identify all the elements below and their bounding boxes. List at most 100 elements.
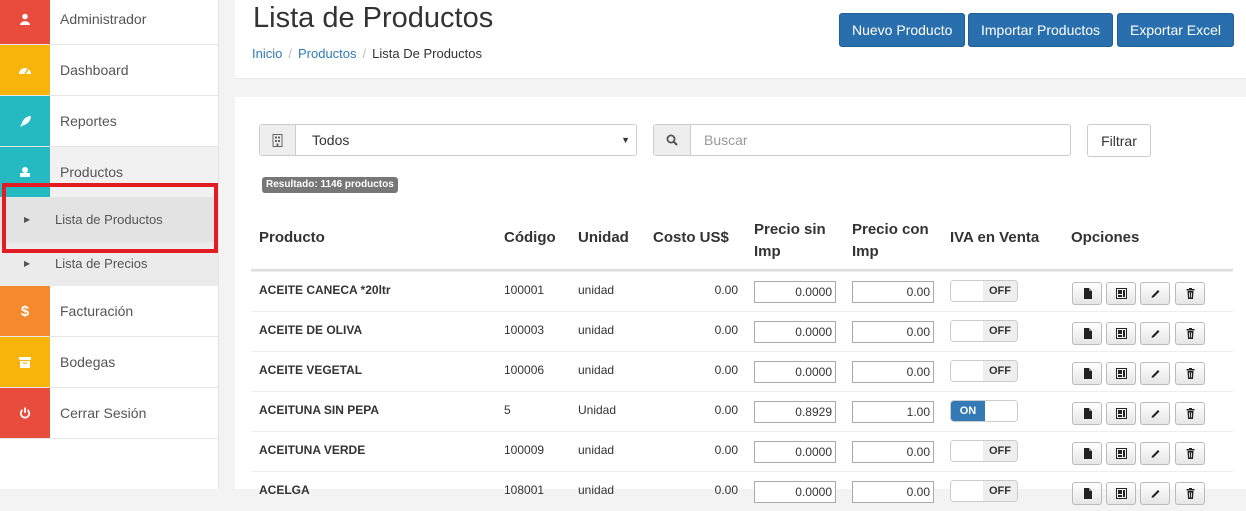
trash-icon <box>1185 408 1196 419</box>
price-without-tax-input[interactable]: 0.0000 <box>754 361 836 383</box>
view-button[interactable] <box>1072 402 1102 425</box>
barcode-button[interactable] <box>1106 282 1136 305</box>
breadcrumb-productos[interactable]: Productos <box>298 46 357 61</box>
trash-button[interactable] <box>1175 442 1205 465</box>
view-button[interactable] <box>1072 442 1102 465</box>
product-name: ACELGA <box>259 483 310 497</box>
price-without-tax-input[interactable]: 0.0000 <box>754 481 836 503</box>
product-code: 100006 <box>504 363 545 377</box>
column-header-precio-con-imp: Precio con Imp <box>852 221 929 260</box>
view-button[interactable] <box>1072 482 1102 505</box>
view-icon <box>1082 488 1093 499</box>
view-icon <box>1082 288 1093 299</box>
sidebar-item-reportes[interactable]: Reportes <box>0 96 218 147</box>
view-button[interactable] <box>1072 362 1102 385</box>
trash-button[interactable] <box>1175 322 1205 345</box>
column-header-codigo: Código <box>504 229 556 246</box>
iva-toggle[interactable]: OFF <box>950 440 1018 462</box>
import-products-button[interactable]: Importar Productos <box>968 13 1114 47</box>
product-name: ACEITUNA VERDE <box>259 443 366 457</box>
edit-button[interactable] <box>1140 322 1170 345</box>
price-with-tax-input[interactable]: 0.00 <box>852 361 934 383</box>
edit-button[interactable] <box>1140 482 1170 505</box>
table-row: ACEITE DE OLIVA 100003 unidad 0.00 0.0000 0.0… <box>251 311 1233 351</box>
search-icon <box>654 125 691 155</box>
iva-toggle[interactable]: OFF <box>950 320 1018 342</box>
view-icon <box>1082 448 1093 459</box>
filter-button[interactable]: Filtrar <box>1087 124 1151 157</box>
iva-toggle-handle <box>951 441 985 461</box>
price-without-tax-input[interactable]: 0.0000 <box>754 441 836 463</box>
barcode-icon <box>1115 448 1127 459</box>
sidebar-subitem-lista-de-precios[interactable]: ▶ Lista de Precios <box>0 242 218 286</box>
product-code: 100001 <box>504 283 545 297</box>
iva-toggle[interactable]: OFF <box>950 280 1018 302</box>
barcode-button[interactable] <box>1106 402 1136 425</box>
product-name: ACEITE VEGETAL <box>259 363 363 377</box>
product-name: ACEITE CANECA *20ltr <box>259 283 391 297</box>
search-input[interactable] <box>692 125 1068 155</box>
product-cost: 0.00 <box>714 283 738 297</box>
sidebar-subitem-label: Lista de Productos <box>55 212 163 227</box>
edit-button[interactable] <box>1140 362 1170 385</box>
sidebar-item-productos[interactable]: Productos <box>0 147 218 198</box>
column-header-producto: Producto <box>259 229 325 246</box>
sidebar-subitem-lista-de-productos[interactable]: ▶ Lista de Productos <box>0 198 218 242</box>
trash-button[interactable] <box>1175 482 1205 505</box>
price-with-tax-input[interactable]: 0.00 <box>852 281 934 303</box>
product-cost: 0.00 <box>714 323 738 337</box>
product-code: 100003 <box>504 323 545 337</box>
sidebar-item-cerrar-sesi-n[interactable]: Cerrar Sesión <box>0 388 218 439</box>
iva-toggle[interactable]: ON <box>950 400 1018 422</box>
product-unit: unidad <box>578 283 615 297</box>
price-with-tax-input[interactable]: 0.00 <box>852 481 934 503</box>
trash-button[interactable] <box>1175 402 1205 425</box>
barcode-button[interactable] <box>1106 482 1136 505</box>
sidebar-item-dashboard[interactable]: Dashboard <box>0 45 218 96</box>
sidebar-item-bodegas[interactable]: Bodegas <box>0 337 218 388</box>
barcode-button[interactable] <box>1106 442 1136 465</box>
trash-button[interactable] <box>1175 362 1205 385</box>
user-icon <box>0 0 50 44</box>
iva-toggle-handle <box>985 401 1017 421</box>
breadcrumb-inicio[interactable]: Inicio <box>252 46 282 61</box>
trash-icon <box>1185 488 1196 499</box>
trash-icon <box>1185 368 1196 379</box>
iva-toggle[interactable]: OFF <box>950 480 1018 502</box>
price-with-tax-input[interactable]: 1.00 <box>852 401 934 423</box>
breadcrumb-current: Lista De Productos <box>372 46 482 61</box>
dashboard-icon <box>0 45 50 95</box>
view-button[interactable] <box>1072 322 1102 345</box>
iva-toggle[interactable]: OFF <box>950 360 1018 382</box>
barcode-button[interactable] <box>1106 322 1136 345</box>
column-header-costo: Costo US$ <box>653 229 729 246</box>
price-without-tax-input[interactable]: 0.0000 <box>754 321 836 343</box>
edit-button[interactable] <box>1140 442 1170 465</box>
sidebar-item-label: Bodegas <box>60 354 116 370</box>
sidebar-item-label: Facturación <box>60 303 134 319</box>
category-select[interactable]: Todos ▼ <box>259 124 637 156</box>
product-name: ACEITUNA SIN PEPA <box>259 403 380 417</box>
search-group <box>653 124 1071 156</box>
iva-toggle-state: OFF <box>983 481 1017 501</box>
price-without-tax-input[interactable]: 0.0000 <box>754 281 836 303</box>
new-product-button[interactable]: Nuevo Producto <box>839 13 966 47</box>
trash-button[interactable] <box>1175 282 1205 305</box>
edit-button[interactable] <box>1140 282 1170 305</box>
edit-button[interactable] <box>1140 402 1170 425</box>
sidebar-item-facturaci-n[interactable]: $ Facturación <box>0 286 218 337</box>
price-with-tax-input[interactable]: 0.00 <box>852 321 934 343</box>
export-excel-button[interactable]: Exportar Excel <box>1117 13 1235 47</box>
column-header-iva-en-venta: IVA en Venta <box>950 229 1040 246</box>
table-row: ACEITUNA SIN PEPA 5 Unidad 0.00 0.8929 1.00 ON <box>251 391 1233 431</box>
barcode-icon <box>1115 408 1127 419</box>
sidebar-item-administrador[interactable]: Administrador <box>0 0 218 45</box>
product-unit: Unidad <box>578 403 617 417</box>
breadcrumb-separator: / <box>362 46 367 61</box>
price-with-tax-input[interactable]: 0.00 <box>852 441 934 463</box>
iva-toggle-handle <box>951 281 985 301</box>
price-without-tax-input[interactable]: 0.8929 <box>754 401 836 423</box>
barcode-button[interactable] <box>1106 362 1136 385</box>
edit-icon <box>1150 488 1161 499</box>
view-button[interactable] <box>1072 282 1102 305</box>
